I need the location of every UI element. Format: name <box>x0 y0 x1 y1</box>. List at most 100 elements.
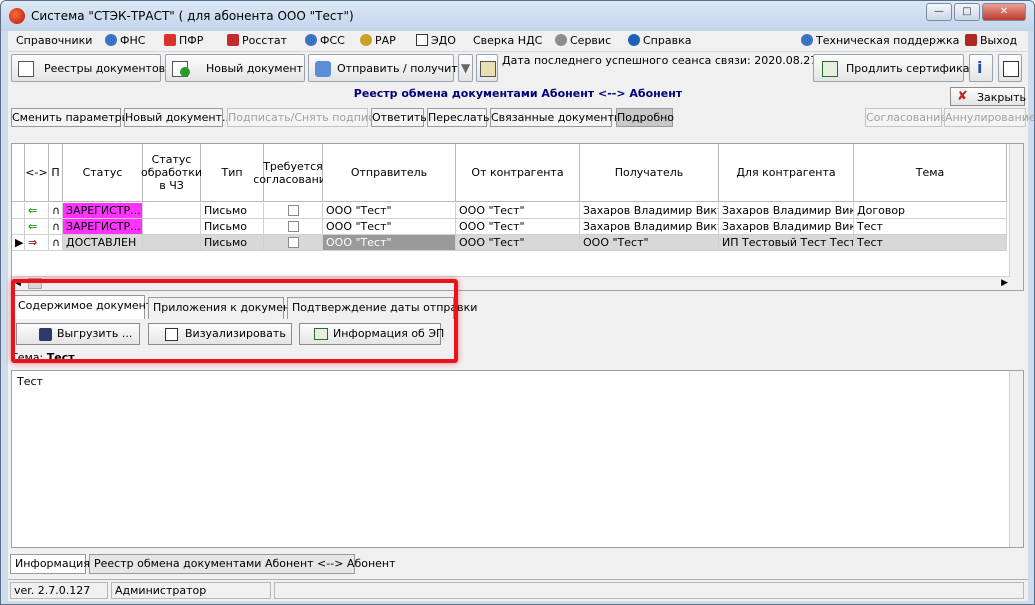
column-header[interactable]: Отправитель <box>323 144 456 202</box>
client-area: Справочники ФНС ПФР Росстат ФСС РАР ЭДО … <box>8 31 1034 601</box>
toolbar: Реестры документов Новый документ Отправ… <box>8 51 1028 85</box>
type-cell: Письмо <box>201 219 264 235</box>
column-header[interactable]: Тема <box>854 144 1007 202</box>
menu-directories[interactable]: Справочники <box>16 34 92 47</box>
close-register-button[interactable]: ✘ Закрыть <box>950 87 1026 106</box>
column-header[interactable]: Получатель <box>580 144 719 202</box>
menu-edo[interactable]: ЭДО <box>416 34 456 47</box>
status-empty-panel <box>274 582 1024 599</box>
forward-button[interactable]: Переслать <box>427 108 490 127</box>
approval-checkbox[interactable] <box>264 203 323 219</box>
certificate-icon <box>822 61 838 77</box>
topic-cell: Тест <box>854 219 1007 235</box>
send-receive-button[interactable]: Отправить / получить <box>308 54 464 82</box>
version-label: ver. 2.7.0.127 <box>10 582 108 599</box>
type-cell: Письмо <box>201 235 264 251</box>
reply-button[interactable]: Ответить <box>371 108 427 127</box>
table-row-selected[interactable]: ▶ ⇒ ∩ ДОСТАВЛЕН Письмо ООО "Тест" ООО "Т… <box>12 235 1007 251</box>
approval-checkbox[interactable] <box>264 235 323 251</box>
menu-exit[interactable]: Выход <box>965 34 1017 47</box>
pfr-icon <box>164 34 176 46</box>
sign-button[interactable]: Подписать/Снять подпись <box>227 108 381 127</box>
scroll-right-icon[interactable]: ▶ <box>1001 278 1008 288</box>
column-header[interactable]: Требуется согласование <box>253 144 333 202</box>
app-window: Система "СТЭК-ТРАСТ" ( для абонента ООО … <box>0 0 1035 605</box>
change-params-button[interactable]: Сменить параметры <box>11 108 130 127</box>
archive-button[interactable] <box>476 54 498 82</box>
menu-service[interactable]: Сервис <box>555 34 611 47</box>
minimize-button[interactable]: — <box>926 3 952 21</box>
pdf-button[interactable] <box>998 54 1022 82</box>
close-window-button[interactable]: ✕ <box>982 3 1026 21</box>
topic-cell: Тест <box>854 235 1007 251</box>
tab-information[interactable]: Информация <box>10 554 90 574</box>
pdf-icon <box>1003 61 1019 77</box>
for-counterparty-cell: Захаров Владимир Викт... <box>719 203 854 219</box>
app-logo-icon <box>9 8 25 24</box>
approval-button[interactable]: Согласование <box>865 108 947 127</box>
from-counterparty-cell: ООО "Тест" <box>456 219 580 235</box>
renew-certificate-button[interactable]: Продлить сертификат <box>813 54 976 82</box>
for-counterparty-cell: ИП Тестовый Тест Тест... <box>719 235 854 251</box>
column-header[interactable]: <-> <box>25 144 49 202</box>
details-button[interactable]: Подробно <box>616 108 674 127</box>
menu-vat-reconciliation[interactable]: Сверка НДС <box>473 34 542 47</box>
new-doc-button[interactable]: Новый документ... <box>124 108 232 127</box>
type-cell: Письмо <box>201 203 264 219</box>
status-cell: ЗАРЕГИСТР... <box>63 219 143 235</box>
window-title: Система "СТЭК-ТРАСТ" ( для абонента ООО … <box>31 9 354 23</box>
row-indicator-header <box>12 144 25 202</box>
plus-icon <box>180 67 190 77</box>
attachment-icon: ∩ <box>49 203 63 219</box>
menu-help[interactable]: Справка <box>628 34 691 47</box>
cancellation-button[interactable]: Аннулирование <box>944 108 1034 127</box>
body-scrollbar[interactable] <box>1009 371 1023 547</box>
info-button[interactable]: i <box>969 54 993 82</box>
cz-status-cell <box>143 235 201 251</box>
new-document-button[interactable]: Новый документ <box>165 54 305 82</box>
table-row[interactable]: ⇐ ∩ ЗАРЕГИСТР... Письмо ООО "Тест" ООО "… <box>12 203 1007 219</box>
menu-pfr[interactable]: ПФР <box>164 34 203 47</box>
column-header[interactable]: Статус обработки в ЧЗ <box>141 144 202 202</box>
grid-vertical-scrollbar[interactable] <box>1009 144 1023 290</box>
topic-cell: Договор <box>854 203 1007 219</box>
recipient-cell: Захаров Владимир Викт... <box>580 203 719 219</box>
sender-cell: ООО "Тест" <box>323 235 456 251</box>
column-header[interactable]: П <box>49 144 63 202</box>
menu-fns[interactable]: ФНС <box>105 34 145 47</box>
column-header[interactable]: Статус <box>63 144 143 202</box>
cz-status-cell <box>143 203 201 219</box>
menu-rar[interactable]: РАР <box>360 34 396 47</box>
row-pointer-icon: ▶ <box>12 235 25 251</box>
info-icon: i <box>977 58 983 77</box>
from-counterparty-cell: ООО "Тест" <box>456 235 580 251</box>
recipient-cell: ООО "Тест" <box>580 235 719 251</box>
registers-button[interactable]: Реестры документов <box>11 54 165 82</box>
document-body-text[interactable]: Тест <box>11 370 1024 548</box>
download-arrow-button[interactable]: ▼ <box>458 54 473 82</box>
tab-exchange-register[interactable]: Реестр обмена документами Абонент <--> А… <box>89 554 396 574</box>
status-cell: ЗАРЕГИСТР... <box>63 203 143 219</box>
documents-grid: <-> П Статус Статус обработки в ЧЗ Тип Т… <box>11 143 1024 291</box>
close-icon: ✘ <box>957 89 968 104</box>
exit-icon <box>965 34 977 46</box>
register-title: Реестр обмена документами Абонент <--> А… <box>353 87 683 100</box>
arrow-left-icon: ⇐ <box>25 203 49 219</box>
sync-icon <box>315 61 331 77</box>
approval-checkbox[interactable] <box>264 219 323 235</box>
status-cell: ДОСТАВЛЕН <box>63 235 143 251</box>
maximize-button[interactable]: □ <box>954 3 980 21</box>
column-header[interactable]: От контрагента <box>456 144 580 202</box>
menu-tech-support[interactable]: Техническая поддержка <box>801 34 959 47</box>
grid-header: <-> П Статус Статус обработки в ЧЗ Тип Т… <box>12 144 1007 202</box>
menu-fss[interactable]: ФСС <box>305 34 345 47</box>
menu-rosstat[interactable]: Росстат <box>227 34 287 47</box>
related-documents-button[interactable]: Связанные документы <box>490 108 623 127</box>
table-row[interactable]: ⇐ ∩ ЗАРЕГИСТР... Письмо ООО "Тест" ООО "… <box>12 219 1007 235</box>
last-session-label: Дата последнего успешного сеанса связи: … <box>502 54 853 67</box>
action-bar: Сменить параметры Новый документ... Подп… <box>8 108 1034 128</box>
sender-cell: ООО "Тест" <box>323 203 456 219</box>
from-counterparty-cell: ООО "Тест" <box>456 203 580 219</box>
column-header[interactable]: Для контрагента <box>719 144 854 202</box>
list-icon <box>18 61 34 77</box>
